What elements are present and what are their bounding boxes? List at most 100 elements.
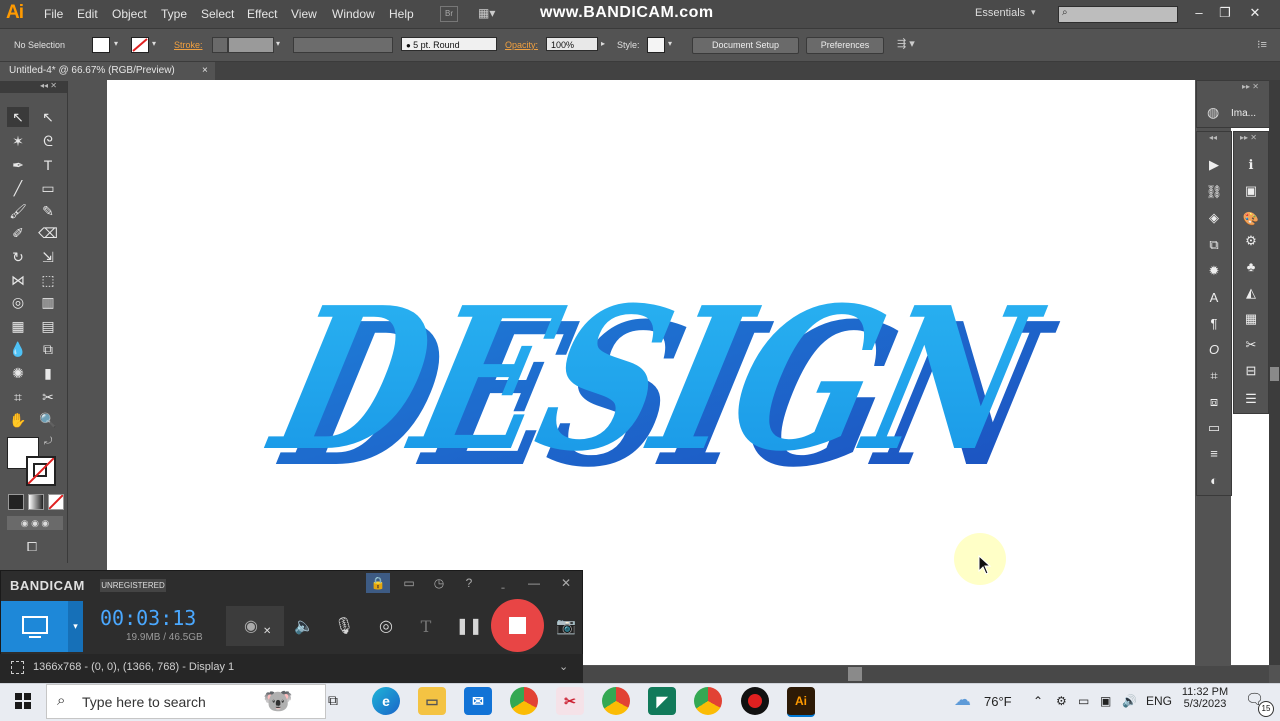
webcam-off-icon[interactable]: ◉ ✕ — [226, 606, 284, 646]
horizontal-scroll-thumb[interactable] — [848, 667, 862, 681]
fill-swatch[interactable] — [92, 37, 110, 53]
symbols-icon[interactable]: ♣ — [1238, 256, 1264, 278]
pen-tool-icon[interactable]: ✒ — [7, 155, 29, 175]
volume-icon[interactable]: 🔊 — [1122, 694, 1137, 708]
chrome-profile-2-icon[interactable] — [694, 687, 722, 715]
artboards-icon[interactable]: ⧉ — [1201, 234, 1227, 256]
arrange-documents-icon[interactable]: ▦▾ — [478, 6, 502, 20]
bridge-icon[interactable]: Br — [440, 6, 458, 22]
stroke-swatch[interactable] — [131, 37, 149, 53]
brushes-icon[interactable]: ✂ — [1238, 334, 1264, 356]
weather-temperature[interactable]: 76°F — [984, 694, 1012, 709]
blob-brush-tool-icon[interactable]: ✐ — [7, 223, 29, 243]
free-transform-tool-icon[interactable]: ⬚ — [37, 270, 59, 290]
lock-icon[interactable]: 🔒 — [366, 573, 390, 593]
document-info-icon[interactable]: ℹ — [1238, 154, 1264, 176]
stroke-weight-dropdown-icon[interactable]: ▾ — [273, 37, 283, 51]
system-clock[interactable]: 11:32 PM 5/3/2023 — [1181, 686, 1229, 710]
brush-definition[interactable]: ● 5 pt. Round — [401, 37, 497, 51]
color-mode-icon[interactable] — [8, 494, 24, 510]
blend-tool-icon[interactable]: ⧉ — [37, 339, 59, 359]
menu-window[interactable]: Window — [332, 7, 375, 21]
mail-icon[interactable]: ✉ — [464, 687, 492, 715]
design-artwork[interactable]: DESIGN DESIGN — [250, 270, 1080, 475]
camera-icon[interactable]: 📷 — [551, 614, 581, 640]
edge-icon[interactable]: e — [372, 687, 400, 715]
appearance-icon[interactable]: ✹ — [1201, 260, 1227, 282]
record-mode-dropdown-icon[interactable]: ▾ — [68, 601, 83, 652]
transparency-icon[interactable]: ◐ — [1201, 470, 1227, 492]
stroke-label[interactable]: Stroke: — [174, 40, 203, 50]
minimize-icon[interactable]: – — [1188, 3, 1210, 23]
rotate-tool-icon[interactable]: ↻ — [7, 247, 29, 267]
workspace-switcher[interactable]: Essentials — [975, 7, 1025, 19]
symbol-sprayer-tool-icon[interactable]: ✺ — [7, 363, 29, 383]
help-search-input[interactable]: ⌕ — [1058, 6, 1178, 23]
gradient-mode-icon[interactable] — [28, 494, 44, 510]
clock-icon[interactable]: ◷ — [427, 573, 451, 593]
chevron-down-icon[interactable]: ▾ — [1031, 7, 1036, 18]
selection-tool-icon[interactable]: ↖ — [7, 107, 29, 127]
screen-record-mode-button[interactable] — [1, 601, 68, 652]
rectangle-tool-icon[interactable]: ▭ — [37, 178, 59, 198]
actions-icon[interactable]: ▶ — [1201, 154, 1227, 176]
stroke-color-box[interactable] — [26, 456, 56, 486]
style-dropdown-icon[interactable]: ▾ — [665, 37, 675, 51]
tray-app-icon[interactable]: ⚙ — [1056, 694, 1067, 708]
text-overlay-icon[interactable]: T — [411, 614, 441, 640]
slice-tool-icon[interactable]: ✂ — [37, 387, 59, 407]
fill-dropdown-icon[interactable]: ▾ — [111, 37, 121, 51]
menu-view[interactable]: View — [291, 7, 317, 21]
taskbar-search-placeholder[interactable]: Type here to search — [82, 694, 206, 710]
vertical-scrollbar[interactable] — [1269, 80, 1280, 665]
menu-file[interactable]: File — [44, 7, 63, 21]
input-language[interactable]: ENG — [1146, 694, 1172, 708]
graphic-style-swatch[interactable] — [647, 37, 665, 53]
shape-builder-tool-icon[interactable]: ◎ — [7, 292, 29, 312]
preferences-button[interactable]: Preferences — [806, 37, 884, 54]
menu-object[interactable]: Object — [112, 7, 147, 21]
opacity-field[interactable]: 100% — [546, 37, 598, 51]
network-icon[interactable]: ▭ — [1078, 694, 1089, 708]
type-tool-icon[interactable]: T — [37, 155, 59, 175]
none-mode-icon[interactable] — [48, 494, 64, 510]
weather-cloud-icon[interactable]: ☁ — [954, 690, 971, 710]
character-icon[interactable]: A — [1201, 287, 1227, 309]
gradient-tool-icon[interactable]: ▤ — [37, 316, 59, 336]
horizontal-scrollbar[interactable] — [583, 666, 1269, 683]
chrome-profile-icon[interactable] — [602, 687, 630, 715]
opacity-dropdown-icon[interactable]: ▸ — [598, 37, 608, 51]
camtasia-icon[interactable]: ◤ — [648, 687, 676, 715]
eraser-tool-icon[interactable]: ⌫ — [37, 223, 59, 243]
folder-icon[interactable]: ▭ — [397, 573, 421, 593]
mesh-tool-icon[interactable]: ▦ — [7, 316, 29, 336]
microphone-icon[interactable]: 🎙 — [329, 614, 359, 640]
scale-tool-icon[interactable]: ⇲ — [37, 247, 59, 267]
swatches-icon[interactable]: ▦ — [1238, 308, 1264, 330]
column-graph-tool-icon[interactable]: ▮ — [37, 363, 59, 383]
bc-collapse-icon[interactable]: ˍ — [491, 573, 515, 593]
stroke-dropdown-icon[interactable]: ▾ — [149, 37, 159, 51]
image-trace-icon[interactable]: ◍ — [1207, 104, 1219, 121]
menu-help[interactable]: Help — [389, 7, 414, 21]
bc-minimize-icon[interactable]: — — [522, 573, 546, 593]
pathfinder-icon[interactable]: ⧈ — [1201, 391, 1227, 413]
lasso-tool-icon[interactable]: ᘓ — [37, 131, 59, 151]
arrange-icon[interactable]: ⇶ ▾ — [897, 37, 927, 52]
variable-width-profile[interactable] — [293, 37, 393, 53]
transform-icon[interactable]: ⌗ — [1201, 365, 1227, 387]
expand-chevron-icon[interactable]: ⌄ — [559, 660, 568, 673]
document-setup-button[interactable]: Document Setup — [692, 37, 799, 54]
layers-icon[interactable]: ◈ — [1201, 207, 1227, 229]
screen-mode-icon[interactable]: ⧠ — [20, 539, 44, 555]
close-tab-icon[interactable]: × — [202, 62, 208, 80]
artboard-tool-icon[interactable]: ⌗ — [7, 387, 29, 407]
panel-menu-icon[interactable]: ⁝≡ — [1257, 38, 1267, 51]
paintbrush-tool-icon[interactable]: 🖌 — [7, 201, 29, 221]
pause-icon[interactable]: ❚❚ — [454, 614, 484, 640]
opentype-icon[interactable]: O — [1201, 339, 1227, 361]
illustrator-taskbar-icon[interactable]: Ai — [787, 687, 815, 717]
stroke-panel-icon[interactable]: ≡ — [1201, 443, 1227, 465]
graphic-styles-icon[interactable]: ◭ — [1238, 282, 1264, 304]
restore-icon[interactable]: ❐ — [1214, 3, 1236, 23]
